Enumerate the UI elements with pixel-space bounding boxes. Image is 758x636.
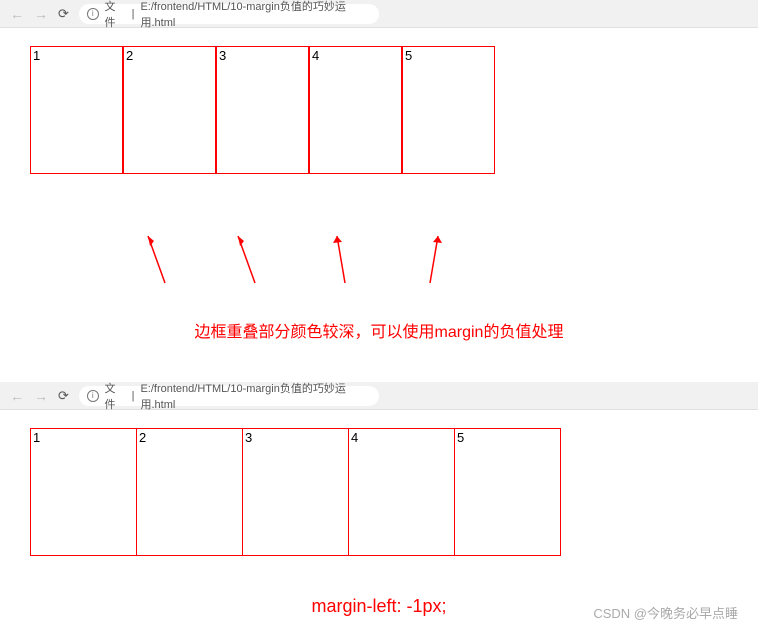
- browser-toolbar-2: ← → ⟳ i 文件 | E:/frontend/HTML/10-margin负…: [0, 382, 758, 410]
- file-prefix: 文件: [105, 380, 126, 412]
- watermark: CSDN @今晚务必早点睡: [593, 603, 738, 622]
- separator: |: [132, 390, 135, 402]
- page-content-1: 1 2 3 4 5: [0, 28, 758, 228]
- forward-button[interactable]: →: [34, 388, 48, 404]
- arrow-icon: [140, 228, 170, 288]
- annotation-arrows: [30, 228, 758, 308]
- url-text: E:/frontend/HTML/10-margin负值的巧妙运用.html: [140, 380, 370, 412]
- box-1: 1: [30, 46, 123, 174]
- separator: |: [132, 8, 135, 20]
- url-text: E:/frontend/HTML/10-margin负值的巧妙运用.html: [140, 0, 370, 30]
- forward-button[interactable]: →: [34, 6, 48, 22]
- box-row-2: 1 2 3 4 5: [30, 428, 728, 556]
- box-4: 4: [348, 428, 455, 556]
- box-5: 5: [402, 46, 495, 174]
- arrow-icon: [325, 228, 355, 288]
- box-5: 5: [454, 428, 561, 556]
- arrow-icon: [420, 228, 450, 288]
- address-bar-1[interactable]: i 文件 | E:/frontend/HTML/10-margin负值的巧妙运用…: [79, 4, 379, 24]
- reload-button[interactable]: ⟳: [58, 388, 69, 404]
- box-1: 1: [30, 428, 137, 556]
- file-prefix: 文件: [105, 0, 126, 30]
- box-4: 4: [309, 46, 402, 174]
- back-button[interactable]: ←: [10, 6, 24, 22]
- info-icon: i: [87, 8, 99, 20]
- box-row-1: 1 2 3 4 5: [30, 46, 728, 174]
- box-3: 3: [216, 46, 309, 174]
- box-3: 3: [242, 428, 349, 556]
- back-button[interactable]: ←: [10, 388, 24, 404]
- address-bar-2[interactable]: i 文件 | E:/frontend/HTML/10-margin负值的巧妙运用…: [79, 386, 379, 406]
- caption-1: 边框重叠部分颜色较深，可以使用margin的负值处理: [0, 318, 758, 342]
- arrow-icon: [230, 228, 260, 288]
- info-icon: i: [87, 390, 99, 402]
- box-2: 2: [123, 46, 216, 174]
- box-2: 2: [136, 428, 243, 556]
- reload-button[interactable]: ⟳: [58, 6, 69, 22]
- browser-toolbar-1: ← → ⟳ i 文件 | E:/frontend/HTML/10-margin负…: [0, 0, 758, 28]
- page-content-2: 1 2 3 4 5: [0, 410, 758, 566]
